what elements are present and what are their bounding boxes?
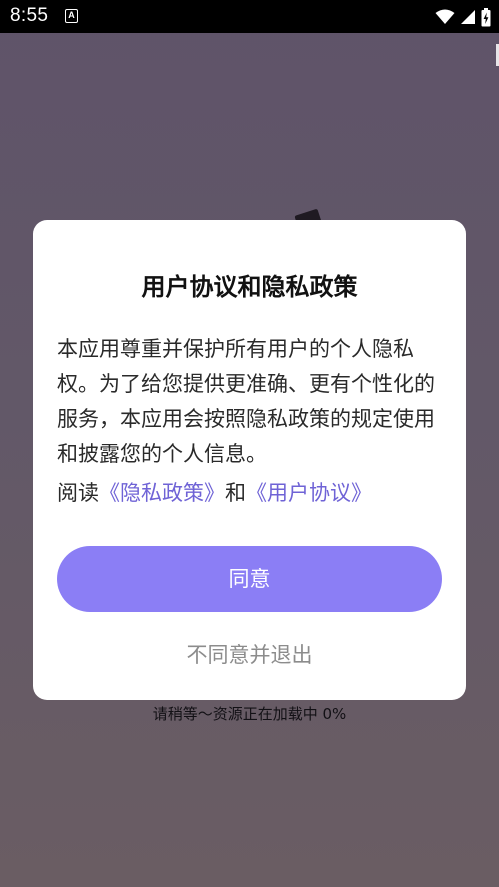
dialog-title: 用户协议和隐私政策 [141, 273, 358, 301]
app-screen: 8:55 A 请稍等～资源正在加载中 0% 用户协议和隐私政策 本应用尊重并保护… [0, 0, 499, 887]
policy-links-row: 阅读《隐私政策》和《用户协议》 [57, 478, 441, 508]
battery-charging-icon [481, 7, 491, 26]
read-prefix: 阅读 [57, 481, 99, 505]
conjunction-text: 和 [225, 481, 246, 505]
agree-button[interactable]: 同意 [57, 546, 442, 612]
loading-progress-text: 请稍等～资源正在加载中 0% [152, 705, 347, 723]
user-agreement-link[interactable]: 《用户协议》 [246, 481, 372, 505]
signal-icon [461, 10, 475, 24]
privacy-policy-link[interactable]: 《隐私政策》 [99, 481, 225, 505]
dialog-body-text: 本应用尊重并保护所有用户的个人隐私权。为了给您提供更准确、更有个性化的服务，本应… [57, 337, 435, 466]
status-bar: 8:55 A [0, 0, 499, 33]
status-icons [435, 6, 491, 28]
wifi-icon [435, 9, 455, 24]
notification-icon: A [65, 9, 78, 23]
decline-exit-button[interactable]: 不同意并退出 [57, 638, 442, 672]
status-time: 8:55 [10, 5, 49, 26]
privacy-dialog: 用户协议和隐私政策 本应用尊重并保护所有用户的个人隐私权。为了给您提供更准确、更… [33, 220, 466, 700]
